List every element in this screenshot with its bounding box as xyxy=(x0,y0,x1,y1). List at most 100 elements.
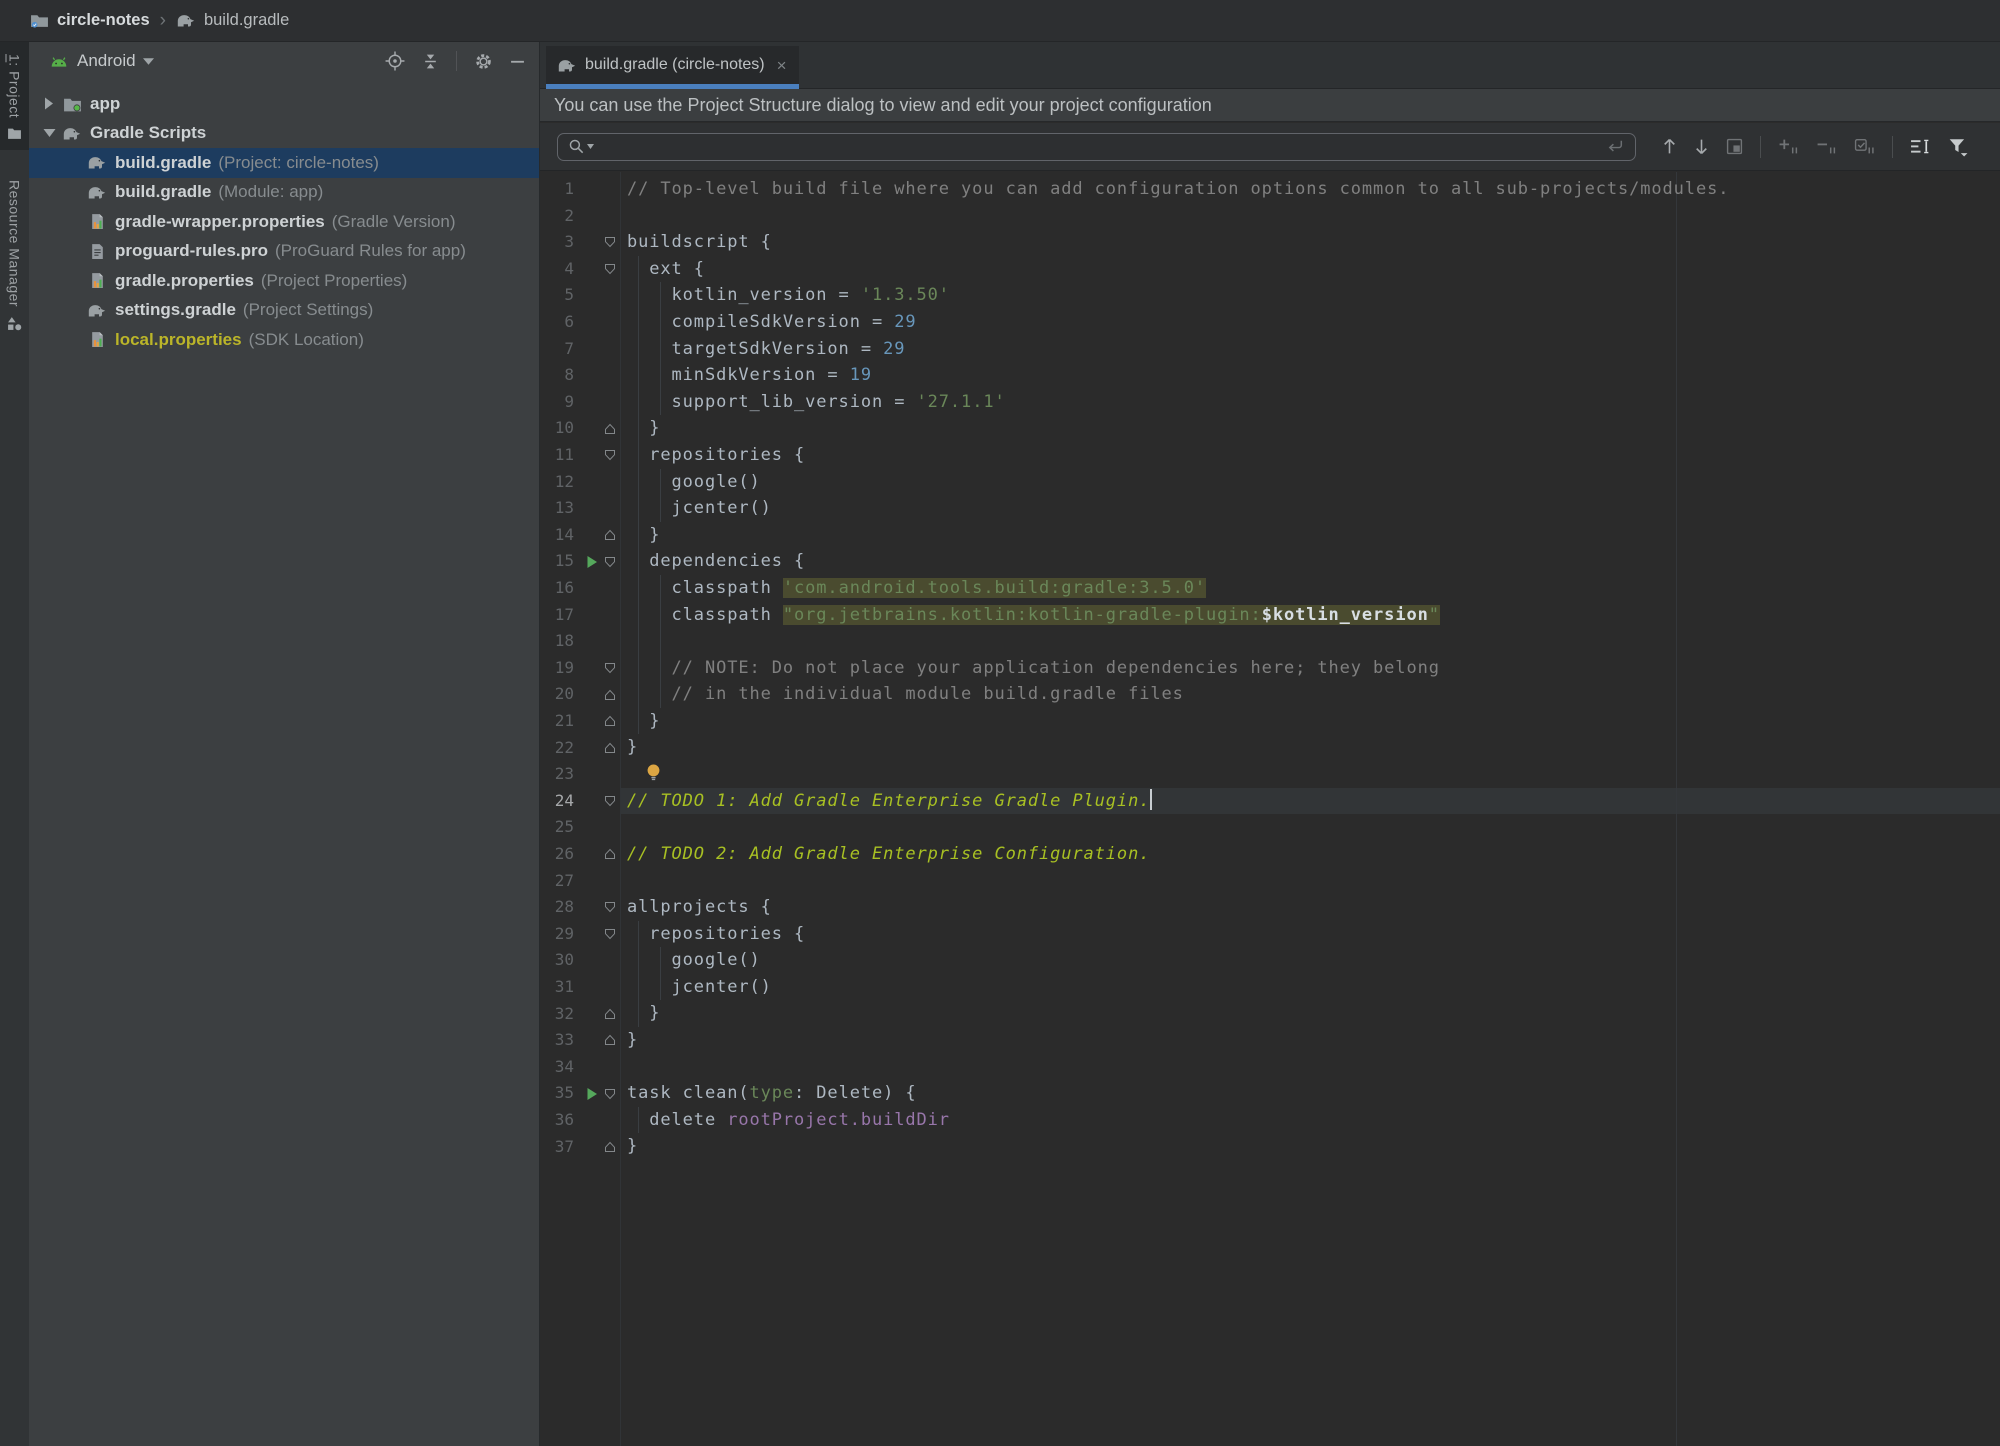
settings-gear-icon[interactable] xyxy=(474,52,493,71)
indent-guide xyxy=(638,1107,639,1134)
select-all-occurrences-icon[interactable] xyxy=(1854,138,1875,155)
fold-marker-icon[interactable] xyxy=(604,229,617,256)
tree-item[interactable]: gradle-wrapper.properties (Gradle Version… xyxy=(29,207,539,237)
tree-item[interactable]: gradle.properties(Project Properties) xyxy=(29,266,539,296)
indent-guide xyxy=(638,389,639,416)
properties-icon xyxy=(86,213,108,230)
fold-marker-icon[interactable] xyxy=(604,415,617,442)
line-number: 10 xyxy=(540,415,574,442)
indent-guide xyxy=(638,921,639,948)
fold-marker-icon[interactable] xyxy=(604,921,617,948)
add-occurrence-icon[interactable] xyxy=(1778,138,1799,155)
fold-marker-icon[interactable] xyxy=(604,1134,617,1161)
intention-bulb-icon[interactable] xyxy=(646,763,661,786)
tree-item[interactable]: build.gradle(Module: app) xyxy=(29,178,539,208)
indent-guide xyxy=(638,548,639,575)
fold-marker-icon[interactable] xyxy=(604,1080,617,1107)
tree-item[interactable]: settings.gradle(Project Settings) xyxy=(29,296,539,326)
code-line: } xyxy=(540,708,2000,735)
collapse-all-icon[interactable] xyxy=(422,53,439,70)
android-icon xyxy=(50,54,68,68)
tree-item-label: local.properties xyxy=(115,330,242,350)
fold-marker-icon[interactable] xyxy=(604,1001,617,1028)
run-gutter-icon[interactable] xyxy=(586,548,600,575)
hide-panel-icon[interactable] xyxy=(510,54,525,69)
notification-bar: You can use the Project Structure dialog… xyxy=(540,89,2000,122)
chevron-down-icon[interactable] xyxy=(143,58,154,65)
breadcrumb-file[interactable]: build.gradle xyxy=(176,11,289,30)
tree-item[interactable]: proguard-rules.pro(ProGuard Rules for ap… xyxy=(29,237,539,267)
tool-button-resource-manager-label: Resource Manager xyxy=(7,180,23,307)
line-number: 16 xyxy=(540,575,574,602)
remove-occurrence-icon[interactable] xyxy=(1816,138,1837,155)
tool-button-project[interactable]: 1: Project xyxy=(0,42,29,150)
fold-marker-icon[interactable] xyxy=(604,708,617,735)
line-number: 25 xyxy=(540,814,574,841)
tree-item[interactable]: local.properties(SDK Location) xyxy=(29,325,539,355)
code-area[interactable]: // Top-level build file where you can ad… xyxy=(540,176,2000,1160)
fold-marker-icon[interactable] xyxy=(604,548,617,575)
search-options-chevron-icon[interactable] xyxy=(587,144,594,149)
code-editor[interactable]: // Top-level build file where you can ad… xyxy=(540,172,2000,1446)
expand-arrow-icon[interactable] xyxy=(37,128,61,138)
tree-item-annotation: (Gradle Version) xyxy=(332,212,456,232)
fold-marker-icon[interactable] xyxy=(604,788,617,815)
filter-results-icon[interactable] xyxy=(1948,137,1968,157)
gradle-elephant-icon xyxy=(176,13,196,28)
indent-guide xyxy=(660,575,661,602)
tab-build-gradle[interactable]: build.gradle (circle-notes) × xyxy=(546,46,799,89)
indent-guide xyxy=(660,495,661,522)
line-number: 18 xyxy=(540,628,574,655)
tool-button-project-label: 1: Project xyxy=(7,54,23,118)
fold-marker-icon[interactable] xyxy=(604,442,617,469)
indent-guide xyxy=(660,681,661,708)
tree-item-annotation: (Module: app) xyxy=(218,182,323,202)
tree-item-label: Gradle Scripts xyxy=(90,123,206,143)
code-line: compileSdkVersion = 29 xyxy=(540,309,2000,336)
fold-marker-icon[interactable] xyxy=(604,655,617,682)
line-number: 20 xyxy=(540,681,574,708)
search-input[interactable] xyxy=(557,133,1636,161)
run-gutter-icon[interactable] xyxy=(586,1080,600,1107)
fold-marker-icon[interactable] xyxy=(604,1027,617,1054)
indent-guide xyxy=(638,1000,639,1027)
prev-occurrence-icon[interactable] xyxy=(1662,138,1677,155)
expand-arrow-icon[interactable] xyxy=(37,97,61,110)
folder-app-icon xyxy=(61,96,83,112)
fold-marker-icon[interactable] xyxy=(604,894,617,921)
breadcrumb-chevron-icon: › xyxy=(160,10,166,32)
fold-marker-icon[interactable] xyxy=(604,735,617,762)
tree-item-label: gradle-wrapper.properties xyxy=(115,212,325,232)
fold-marker-icon[interactable] xyxy=(604,841,617,868)
toolbar-separator xyxy=(1760,136,1761,158)
code-line: ext { xyxy=(540,256,2000,283)
editor-tab-bar: build.gradle (circle-notes) × xyxy=(540,42,2000,89)
code-token: jcenter() xyxy=(627,977,772,997)
indent-guide xyxy=(660,628,661,655)
code-token: dependencies { xyxy=(627,551,805,571)
breadcrumb-project[interactable]: circle-notes xyxy=(30,11,150,30)
view-selector[interactable]: Android xyxy=(77,51,136,71)
locate-file-icon[interactable] xyxy=(385,51,405,71)
multicursor-icon[interactable] xyxy=(1910,138,1931,155)
newline-icon[interactable] xyxy=(1606,139,1625,154)
line-number: 29 xyxy=(540,921,574,948)
fold-marker-icon[interactable] xyxy=(604,681,617,708)
line-number: 23 xyxy=(540,761,574,788)
indent-guide xyxy=(638,681,639,708)
next-occurrence-icon[interactable] xyxy=(1694,138,1709,155)
tree-item[interactable]: Gradle Scripts xyxy=(29,119,539,149)
code-line: repositories { xyxy=(540,921,2000,948)
close-icon[interactable]: × xyxy=(777,57,787,74)
fold-marker-icon[interactable] xyxy=(604,522,617,549)
find-in-selection-icon[interactable] xyxy=(1726,138,1743,155)
fold-marker-icon[interactable] xyxy=(604,256,617,283)
breadcrumb-project-label: circle-notes xyxy=(57,11,150,30)
code-token: // NOTE: Do not place your application d… xyxy=(627,658,1440,678)
code-token: '1.3.50' xyxy=(861,285,950,305)
tree-item[interactable]: app xyxy=(29,89,539,119)
tree-item[interactable]: build.gradle(Project: circle-notes) xyxy=(29,148,539,178)
code-token: 29 xyxy=(894,312,916,332)
indent-guide xyxy=(660,974,661,1001)
tool-button-resource-manager[interactable]: Resource Manager xyxy=(0,168,29,341)
